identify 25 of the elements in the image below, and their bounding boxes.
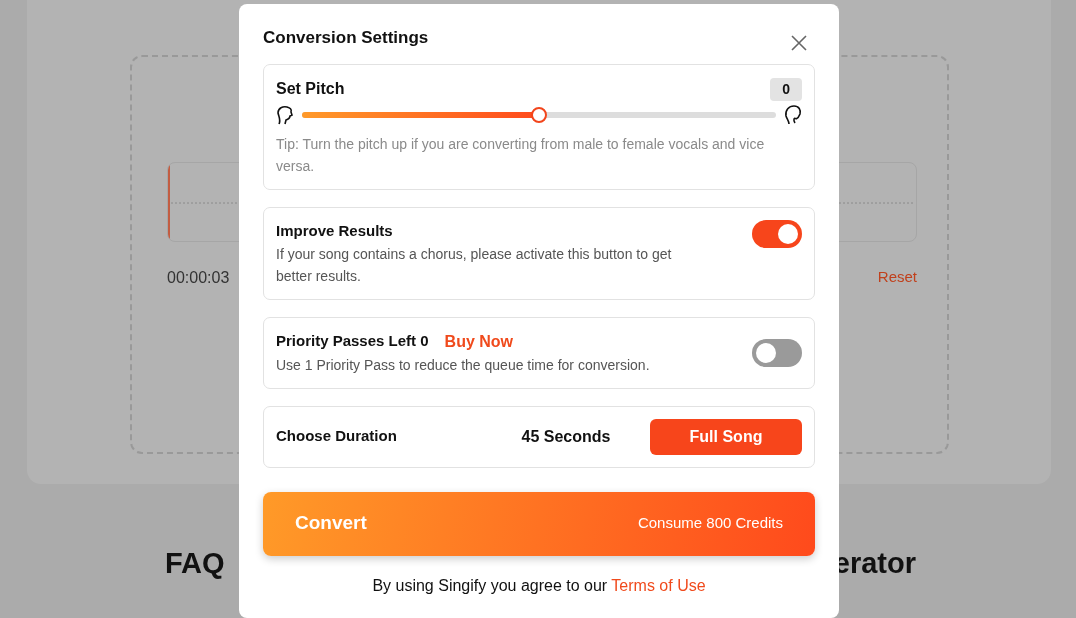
pitch-value: 0 <box>770 77 802 101</box>
toggle-switch[interactable] <box>752 338 802 367</box>
slider-thumb[interactable] <box>531 107 547 123</box>
duration-option[interactable]: Full Song <box>650 418 802 455</box>
section-title: Choose Duration <box>276 426 398 447</box>
terms-text: By using Singify you agree to our Terms of Use <box>371 575 707 596</box>
duration-option[interactable]: 45 Seconds <box>490 418 642 455</box>
close-icon <box>791 34 807 51</box>
head-outline-icon <box>784 105 802 125</box>
time-label: 00:00:03 <box>167 268 230 288</box>
convert-button[interactable]: Convert Consume 800 Credits <box>263 491 815 556</box>
toggle-switch[interactable] <box>752 220 802 248</box>
dialog-title: Conversion Settings <box>263 27 429 50</box>
description-text: Use 1 Priority Pass to reduce the queue time for conversion. <box>276 355 650 375</box>
head-outline-icon <box>276 105 294 125</box>
section-title: Improve Results <box>276 221 394 241</box>
buy-now-link[interactable]: Buy Now <box>444 329 514 354</box>
section-title: Priority Passes Left 0 <box>276 331 429 352</box>
faq-heading: FAQ <box>165 546 225 581</box>
reset-link[interactable]: Reset <box>877 266 917 290</box>
description-text: If your song contains a chorus, please activate this button to get better results. <box>276 244 673 286</box>
section-title: Set Pitch <box>276 79 345 99</box>
pitch-slider[interactable] <box>302 107 776 123</box>
tip-text: Tip: Turn the pitch up if you are converting from male to female vocals and vice versa. <box>276 135 766 176</box>
terms-link[interactable]: Terms of Use <box>611 576 706 594</box>
